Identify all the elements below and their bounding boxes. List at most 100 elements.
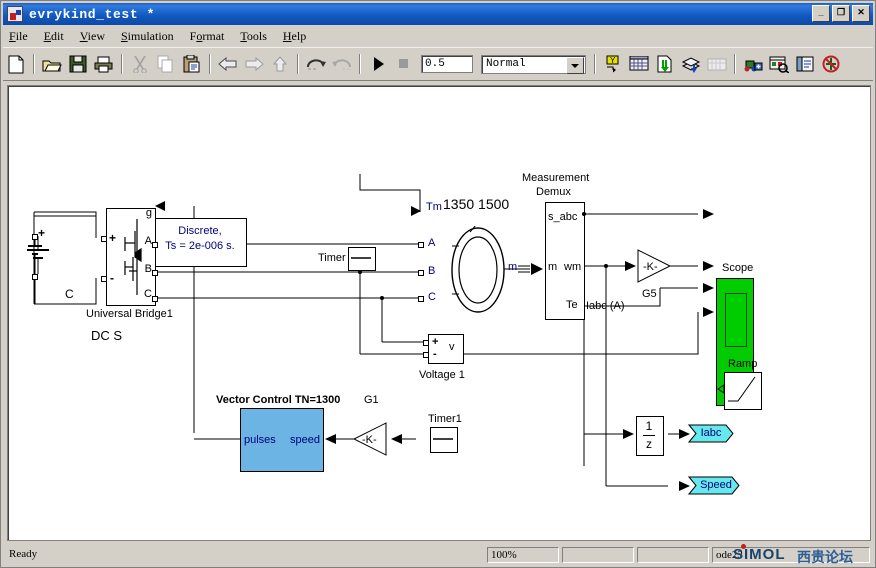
forward-arrow-icon[interactable] [242, 52, 266, 76]
svg-text:-K-: -K- [362, 434, 377, 446]
machine-port-tm: Tm [426, 201, 442, 213]
stop-time-input[interactable]: 0.5 [421, 55, 473, 73]
unit-delay-input-arrow-icon [623, 429, 634, 439]
maximize-button[interactable]: ❐ [832, 5, 850, 22]
menu-help[interactable]: Help [283, 29, 306, 44]
voltage-terminal-plus [423, 340, 429, 346]
speed-reference-annotation: 1350 1500 [443, 196, 510, 212]
machine-port-c: C [428, 291, 436, 303]
close-button[interactable]: ✕ [852, 5, 870, 22]
window-title: evrykind_test * [29, 6, 156, 22]
status-cell-c [637, 547, 709, 563]
gain-g5-block[interactable]: -K- [636, 248, 672, 284]
vector-control-speed-arrow-icon [325, 434, 336, 444]
simulink-model-icon [7, 6, 23, 22]
model-canvas[interactable]: Discrete, Ts = 2e-006 s. DC S + C + - g … [7, 85, 871, 541]
library-browser-icon[interactable]: Y [601, 52, 625, 76]
bridge-port-minus: - [110, 271, 114, 285]
goto-iabc-block[interactable]: Iabc [687, 424, 734, 443]
voltage-port-minus: - [433, 348, 437, 360]
timer-block[interactable] [348, 247, 376, 271]
scope-input1-arrow-icon [703, 209, 714, 219]
status-zoom[interactable]: 100% [487, 547, 559, 563]
chevron-down-icon[interactable] [566, 56, 584, 74]
gain-g5-input-arrow-icon [625, 261, 636, 271]
menu-edit[interactable]: Edit [44, 29, 64, 44]
voltage-measurement-block[interactable]: + - v [428, 334, 464, 364]
stop-simulation-icon [392, 52, 416, 76]
scope-display-icon [725, 293, 747, 347]
dc-source-symbol[interactable] [25, 234, 85, 278]
vector-control-title: Vector Control TN=1300 [216, 394, 341, 406]
menu-format[interactable]: Format [190, 29, 225, 44]
goto-iabc-label: Iabc [700, 427, 722, 439]
dc-terminal-plus [32, 234, 38, 240]
toggle-panel-icon[interactable] [793, 52, 817, 76]
model-layers-icon[interactable] [679, 52, 703, 76]
menu-view-rest: iew [87, 28, 105, 43]
powergui-discrete-block[interactable]: Discrete, Ts = 2e-006 s. [153, 218, 247, 267]
demux-port-wm: wm [564, 261, 582, 273]
dc-source-label: DC S [91, 328, 123, 343]
voltage-label: Voltage 1 [419, 369, 465, 381]
toolbar-separator [734, 54, 736, 74]
ramp-block[interactable] [724, 372, 762, 410]
menu-file-rest: ile [15, 28, 28, 43]
toolbar-separator [209, 54, 211, 74]
simulation-mode-select[interactable]: Normal [481, 54, 586, 74]
update-diagram-icon[interactable] [653, 52, 677, 76]
paste-clipboard-icon[interactable] [180, 52, 204, 76]
voltage-terminal-minus [423, 352, 429, 358]
demux-port-m: m [548, 261, 558, 273]
gain-g1-block[interactable]: -K- [352, 421, 388, 457]
window-controls: _ ❐ ✕ [812, 5, 870, 22]
universal-bridge-label: Universal Bridge1 [86, 308, 173, 320]
timer-label: Timer [318, 252, 346, 264]
print-icon[interactable] [92, 52, 116, 76]
universal-bridge-block[interactable]: + - g A B C [106, 207, 156, 306]
back-arrow-icon[interactable] [216, 52, 240, 76]
discrete-line1: Discrete, [178, 225, 222, 237]
new-model-icon[interactable] [4, 52, 28, 76]
bridge-port-plus: + [109, 231, 117, 245]
menu-file[interactable]: File [9, 29, 28, 44]
unit-delay-block[interactable]: 1 z [636, 416, 664, 456]
iabc-signal-label: Iabc (A) [586, 300, 625, 312]
build-model-icon[interactable] [741, 52, 765, 76]
asynchronous-machine-block[interactable] [448, 217, 508, 314]
wire-junction [582, 212, 586, 216]
copy-icon [154, 52, 178, 76]
up-arrow-icon[interactable] [268, 52, 292, 76]
goto-speed-label: Speed [700, 479, 732, 491]
status-solver: ode23 [712, 547, 870, 563]
menu-tools-rest: ools [246, 28, 267, 43]
ramp-label: Ramp [728, 358, 758, 370]
open-folder-icon[interactable] [40, 52, 64, 76]
model-inspector-icon[interactable] [767, 52, 791, 76]
cut-scissors-icon [128, 52, 152, 76]
model-explorer-icon[interactable] [627, 52, 651, 76]
start-simulation-icon[interactable] [366, 52, 390, 76]
measurement-demux-block[interactable]: s_abc m wm Te [545, 202, 585, 320]
gain-g5-label: G5 [642, 288, 657, 300]
wire-junction [380, 296, 384, 300]
status-cell-b [562, 547, 634, 563]
timer1-label: Timer1 [428, 413, 462, 425]
save-disk-icon[interactable] [66, 52, 90, 76]
vector-control-block[interactable]: pulses speed [240, 408, 324, 472]
timer1-block[interactable] [430, 427, 458, 453]
menu-view[interactable]: View [80, 29, 105, 44]
goto-speed-block[interactable]: Speed [687, 476, 740, 495]
toolbar-separator [594, 54, 596, 74]
menu-simulation[interactable]: Simulation [121, 29, 174, 44]
toolbar-separator [121, 54, 123, 74]
toolbar-separator [359, 54, 361, 74]
redo-icon [330, 52, 354, 76]
toolbar-separator [297, 54, 299, 74]
menu-tools[interactable]: Tools [240, 29, 267, 44]
measurement-demux-label-line2: Demux [536, 186, 571, 198]
undo-icon[interactable] [304, 52, 328, 76]
disable-links-icon[interactable] [819, 52, 843, 76]
dc-source-port-c-label: C [65, 287, 74, 301]
minimize-button[interactable]: _ [812, 5, 830, 22]
